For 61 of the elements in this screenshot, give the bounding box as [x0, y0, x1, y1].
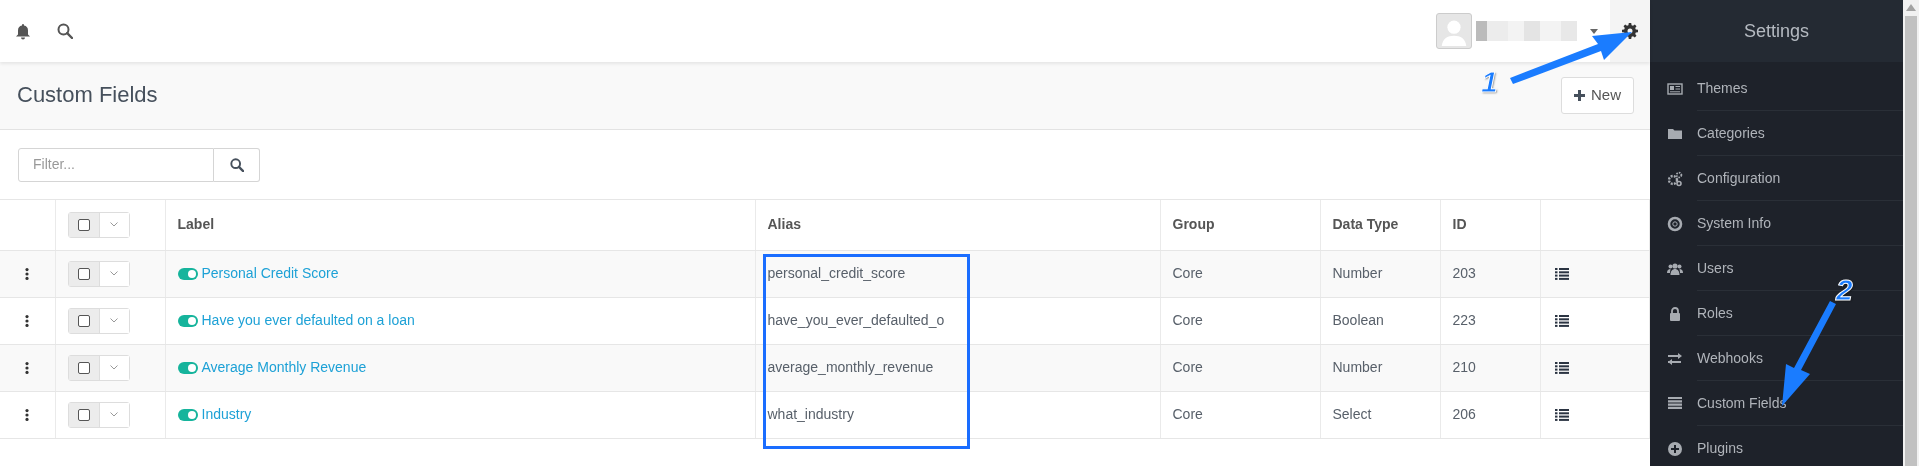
group-cell: Core: [1160, 297, 1320, 344]
id-cell: 223: [1440, 297, 1540, 344]
group-cell: Core: [1160, 250, 1320, 297]
data-type-cell: Select: [1320, 391, 1440, 438]
group-cell: Core: [1160, 391, 1320, 438]
annotation-number: 1: [1481, 67, 1498, 97]
newspaper-icon: [1667, 80, 1683, 97]
column-header: Data Type: [1320, 200, 1440, 250]
column-header: ID: [1440, 200, 1540, 250]
select-all-checkbox-dropdown[interactable]: [67, 211, 130, 238]
data-type-cell: Number: [1320, 344, 1440, 391]
page-title: Custom Fields: [17, 82, 158, 109]
chevron-down-icon: [110, 271, 118, 276]
list-icon: [1667, 395, 1683, 412]
chevron-down-icon: [110, 365, 118, 370]
id-cell: 206: [1440, 391, 1540, 438]
search-icon: [229, 157, 244, 172]
id-cell: 210: [1440, 344, 1540, 391]
search-button[interactable]: [214, 147, 260, 182]
toggle-switch[interactable]: [177, 268, 198, 281]
column-header: Label: [165, 200, 755, 250]
annotation-number: 2: [1836, 275, 1853, 305]
gears-icon: [1667, 170, 1683, 187]
filter-input[interactable]: Filter...: [18, 147, 214, 182]
vertical-dots-icon[interactable]: [25, 362, 30, 375]
group-cell: Core: [1160, 344, 1320, 391]
row-checkbox-dropdown[interactable]: [67, 354, 130, 381]
list-icon[interactable]: [1554, 315, 1569, 328]
list-icon[interactable]: [1554, 268, 1569, 281]
vertical-dots-icon[interactable]: [25, 268, 30, 281]
life-ring-icon: [1667, 215, 1683, 232]
plus-icon: [1574, 90, 1585, 101]
chevron-down-icon: [110, 412, 118, 417]
list-icon[interactable]: [1554, 362, 1569, 375]
row-checkbox-dropdown[interactable]: [67, 401, 130, 428]
alias-cell: what_industry: [755, 391, 1160, 438]
row-checkbox-dropdown[interactable]: [67, 307, 130, 334]
toggle-switch[interactable]: [177, 315, 198, 328]
data-type-cell: Boolean: [1320, 297, 1440, 344]
exchange-arrows-icon: [1667, 350, 1683, 367]
alias-cell: have_you_ever_defaulted_o: [755, 297, 1160, 344]
chevron-down-icon: [110, 318, 118, 323]
list-icon[interactable]: [1554, 409, 1569, 422]
toggle-switch[interactable]: [177, 409, 198, 422]
vertical-dots-icon[interactable]: [25, 315, 30, 328]
users-icon: [1667, 260, 1683, 277]
new-button[interactable]: New: [1561, 77, 1634, 114]
caret-icon[interactable]: [1590, 28, 1598, 34]
id-cell: 203: [1440, 250, 1540, 297]
settings-button[interactable]: [1610, 0, 1650, 62]
vertical-dots-icon[interactable]: [25, 409, 30, 422]
toggle-switch[interactable]: [177, 362, 198, 375]
column-header: Alias: [755, 200, 1160, 250]
sidebar-title: Settings: [1743, 19, 1809, 43]
row-checkbox-dropdown[interactable]: [67, 260, 130, 287]
scrollbar-thumb[interactable]: [1905, 16, 1917, 466]
lock-icon: [1667, 305, 1683, 322]
column-header: Group: [1160, 200, 1320, 250]
data-type-cell: Number: [1320, 250, 1440, 297]
alias-cell: average_monthly_revenue: [755, 344, 1160, 391]
chevron-down-icon: [110, 222, 118, 228]
